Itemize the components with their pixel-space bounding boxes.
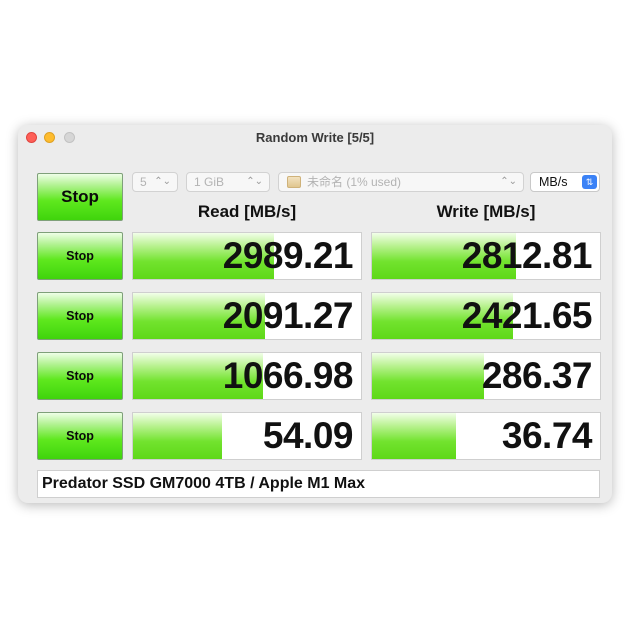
chevron-updown-icon: ⌃⌄ (500, 176, 517, 187)
drive-select[interactable]: 未命名 (1% used) ⌃⌄ (278, 172, 524, 192)
row-1-write-value: 2812.81 (461, 235, 593, 276)
row-4-write-bar (372, 413, 457, 459)
row-3-write-bar (372, 353, 484, 399)
all-tests-button[interactable]: Stop (37, 173, 123, 221)
chevron-updown-icon: ⇅ (582, 175, 597, 189)
write-header: Write [MB/s] (436, 202, 536, 221)
test-size-select[interactable]: 1 GiB ⌃⌄ (186, 172, 270, 192)
comment-field[interactable]: Predator SSD GM7000 4TB / Apple M1 Max (37, 470, 600, 498)
read-header: Read [MB/s] (197, 202, 297, 221)
row-3-write-result: 286.37 (371, 352, 601, 400)
row-2-test-button[interactable]: Stop (37, 292, 123, 340)
drive-icon (287, 176, 301, 188)
chevron-updown-icon: ⌃⌄ (246, 176, 263, 187)
unit-select[interactable]: MB/s ⇅ (530, 172, 600, 192)
title-bar: Random Write [5/5] (18, 125, 612, 149)
row-3-test-button[interactable]: Stop (37, 352, 123, 400)
row-1-test-button[interactable]: Stop (37, 232, 123, 280)
row-4-write-value: 36.74 (501, 415, 593, 456)
row-4-write-result: 36.74 (371, 412, 601, 460)
row-4-test-button[interactable]: Stop (37, 412, 123, 460)
window-title: Random Write [5/5] (255, 130, 375, 145)
test-size-value: 1 GiB (194, 175, 225, 189)
row-2-read-result: 2091.27 (132, 292, 362, 340)
row-4-read-result: 54.09 (132, 412, 362, 460)
benchmark-window: Random Write [5/5] Stop 5 ⌃⌄ 1 GiB ⌃⌄ 未命… (18, 125, 612, 503)
loops-value: 5 (140, 175, 147, 189)
loops-select[interactable]: 5 ⌃⌄ (132, 172, 178, 192)
row-2-write-value: 2421.65 (461, 295, 593, 336)
row-4-read-bar (133, 413, 222, 459)
row-2-write-result: 2421.65 (371, 292, 601, 340)
row-2-read-value: 2091.27 (222, 295, 354, 336)
row-4-read-value: 54.09 (262, 415, 354, 456)
row-3-read-result: 1066.98 (132, 352, 362, 400)
unit-value: MB/s (539, 175, 568, 189)
row-1-write-result: 2812.81 (371, 232, 601, 280)
row-1-read-value: 2989.21 (222, 235, 354, 276)
row-1-read-result: 2989.21 (132, 232, 362, 280)
drive-value: 未命名 (1% used) (307, 175, 402, 189)
row-3-read-value: 1066.98 (222, 355, 354, 396)
row-3-write-value: 286.37 (481, 355, 593, 396)
chevron-updown-icon: ⌃⌄ (154, 176, 171, 187)
